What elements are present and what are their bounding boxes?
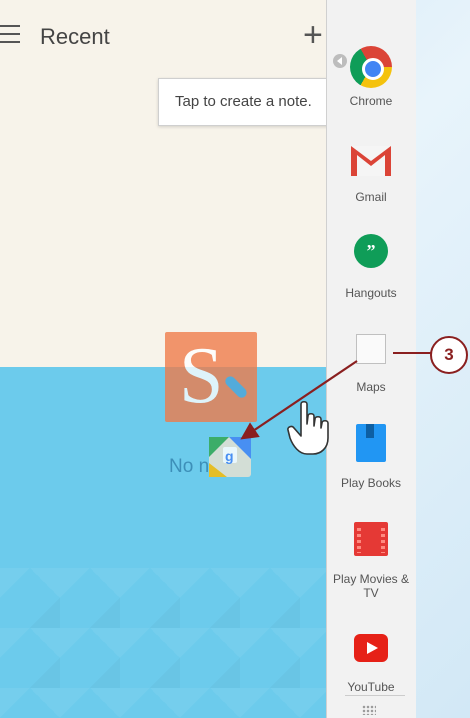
drawer-item-hangouts[interactable]: ” Hangouts (326, 230, 416, 306)
drawer-item-label: YouTube (347, 680, 395, 694)
hangouts-icon: ” (354, 234, 388, 268)
apps-grid-icon[interactable] (362, 705, 376, 715)
create-note-tooltip: Tap to create a note. (158, 78, 326, 126)
play-movies-icon (354, 522, 388, 556)
drawer-item-youtube[interactable]: YouTube (326, 634, 416, 694)
menu-icon[interactable] (0, 25, 22, 45)
drawer-item-label: Chrome (349, 94, 393, 108)
youtube-icon (354, 634, 388, 662)
callout-badge: 3 (430, 336, 468, 374)
drawer-item-gmail[interactable]: Gmail (326, 140, 416, 206)
callout-line (393, 352, 435, 354)
dragged-maps-icon[interactable]: g (209, 437, 251, 477)
drawer-item-chrome[interactable]: Chrome (326, 40, 416, 110)
add-note-button[interactable]: + (303, 18, 323, 52)
gmail-icon (351, 146, 391, 176)
drawer-item-label: Play Movies & TV (332, 572, 410, 600)
phone-screen: Recent + Tap to create a note. S No n g … (0, 0, 416, 718)
drawer-item-label: Maps (356, 380, 386, 394)
hand-cursor-icon (287, 400, 329, 455)
drawer-item-label: Gmail (355, 190, 387, 204)
s-note-logo: S (165, 332, 257, 422)
app-bottom-panel (0, 367, 326, 718)
background-pattern (0, 568, 326, 718)
drawer-item-play-books[interactable]: Play Books (326, 424, 416, 494)
drawer-item-play-movies[interactable]: Play Movies & TV (326, 522, 416, 612)
tooltip-text: Tap to create a note. (175, 93, 312, 110)
play-books-icon (356, 424, 386, 462)
maps-placeholder-icon (356, 334, 386, 364)
notes-app: Recent + Tap to create a note. S No n (0, 0, 326, 718)
empty-state-text: No n (169, 456, 210, 477)
drawer-item-label: Play Books (340, 476, 402, 490)
page-title: Recent (40, 24, 110, 49)
svg-text:g: g (225, 448, 234, 464)
chrome-icon (350, 46, 392, 88)
drawer-divider (345, 695, 405, 696)
drawer-item-maps[interactable]: Maps (326, 330, 416, 400)
app-top-panel (0, 0, 326, 367)
drawer-item-label: Hangouts (345, 286, 397, 300)
